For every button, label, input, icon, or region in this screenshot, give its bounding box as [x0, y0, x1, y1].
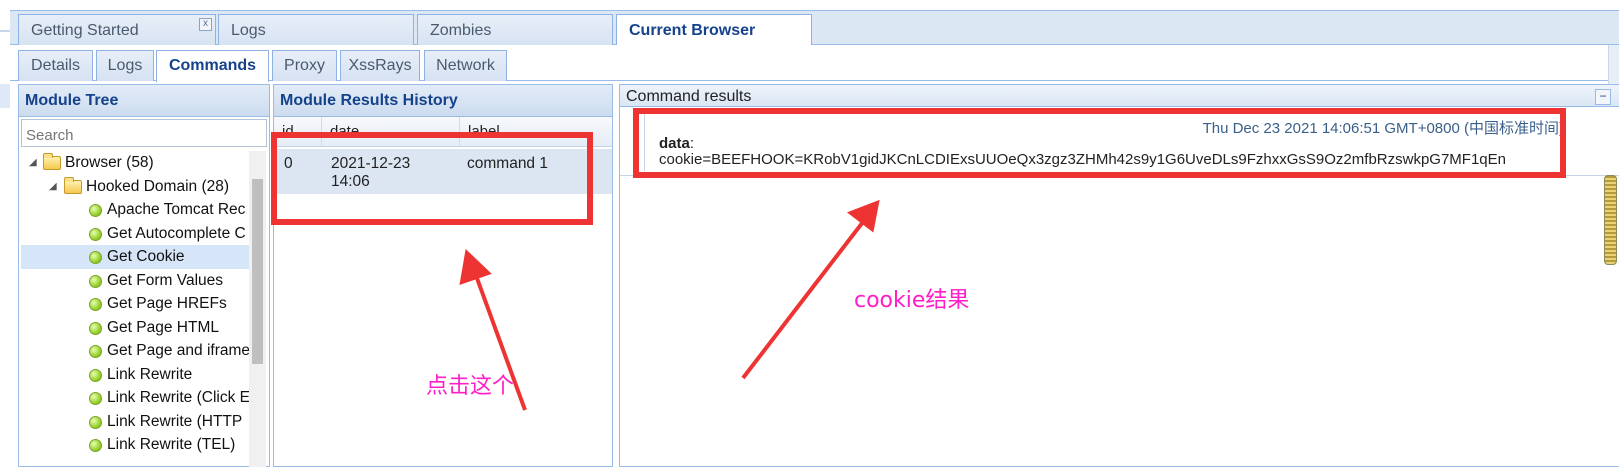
panel-title: Command results — [620, 85, 1619, 107]
outer-scrollbar[interactable] — [1608, 45, 1619, 85]
tree-item[interactable]: Link Rewrite — [21, 363, 249, 387]
tree-label: Apache Tomcat Rec — [107, 201, 246, 218]
search-input[interactable] — [21, 119, 267, 147]
command-result-entry: Thu Dec 23 2021 14:06:51 GMT+0800 (中国标准时… — [644, 111, 1564, 171]
tab-current-browser[interactable]: Current Browser — [616, 14, 812, 47]
folder-icon — [43, 153, 61, 170]
tree-scrollbar[interactable] — [249, 151, 266, 467]
tab-commands[interactable]: Commands — [156, 50, 269, 82]
tree-item[interactable]: Get Form Values — [21, 269, 249, 293]
cell-label: command 1 — [467, 155, 548, 172]
tab-logs[interactable]: Logs — [96, 50, 154, 81]
cell-date: 2021-12-23 14:06 — [331, 155, 410, 191]
grid-header: id date label — [274, 117, 612, 147]
cell-date-time: 14:06 — [331, 173, 370, 190]
module-status-icon — [89, 204, 102, 217]
tab-label: Logs — [231, 22, 266, 39]
tree-label: Get Form Values — [107, 271, 224, 289]
module-status-icon — [89, 298, 102, 311]
collapse-arrow-icon[interactable]: ◢ — [49, 175, 57, 198]
module-status-icon — [89, 415, 102, 429]
results-scrollbar[interactable] — [1604, 175, 1617, 265]
tree-item[interactable]: Get Page HTML — [21, 316, 249, 340]
module-status-icon — [89, 251, 102, 264]
module-status-icon — [89, 274, 102, 288]
tab-label: Proxy — [284, 57, 325, 74]
tab-label: Current Browser — [629, 22, 756, 39]
command-results-panel: Command results − Thu Dec 23 2021 14:06:… — [619, 84, 1619, 467]
tree-item[interactable]: Link Rewrite (HTTP — [21, 410, 249, 434]
collapse-arrow-icon[interactable]: ◢ — [29, 151, 37, 174]
tree-node-hooked-domain[interactable]: ◢ Hooked Domain (28) — [21, 175, 249, 199]
tab-getting-started[interactable]: Getting Started x — [18, 14, 216, 46]
tab-zombies[interactable]: Zombies — [417, 14, 613, 46]
module-tree: ◢ Browser (58) ◢ Hooked Domain (28) Apac… — [21, 151, 249, 467]
close-icon[interactable]: x — [199, 18, 212, 31]
tree-label: Hooked Domain (28) — [86, 177, 230, 195]
tab-label: Logs — [107, 57, 143, 74]
column-header-id[interactable]: id — [274, 117, 322, 147]
tab-label: Network — [436, 57, 495, 74]
collapse-icon[interactable]: − — [1595, 89, 1611, 105]
tree-item[interactable]: Apache Tomcat Rec — [21, 198, 249, 222]
tree-label: Link Rewrite (Click E — [107, 389, 249, 406]
tree-label: Get Page HREFs — [107, 295, 227, 312]
sub-tab-bar: Details Logs Commands Proxy XssRays Netw… — [10, 45, 1619, 82]
tree-item[interactable]: Get Autocomplete C — [21, 222, 249, 246]
tab-label: Zombies — [430, 22, 492, 39]
tree-node-browser[interactable]: ◢ Browser (58) — [21, 151, 249, 175]
tree-label: Get Autocomplete C — [107, 224, 246, 242]
tree-item-selected[interactable]: Get Cookie — [21, 245, 249, 269]
results-history-panel: Module Results History id date label 0 2… — [273, 84, 613, 467]
tree-label: Link Rewrite (HTTP — [107, 412, 243, 430]
result-timestamp: Thu Dec 23 2021 14:06:51 GMT+0800 (中国标准时… — [1202, 120, 1564, 137]
panel-title: Module Results History — [274, 85, 612, 117]
tree-label: Get Page and iframe — [107, 342, 249, 359]
module-status-icon — [89, 392, 102, 405]
tab-logs[interactable]: Logs — [218, 14, 414, 46]
tab-label: XssRays — [348, 57, 412, 74]
tab-label: Details — [31, 57, 80, 74]
annotation-click-here: 点击这个 — [426, 374, 515, 399]
tree-label: Browser (58) — [65, 154, 154, 171]
tab-details[interactable]: Details — [18, 50, 93, 81]
left-edge — [0, 0, 10, 467]
result-key: data: — [659, 135, 694, 152]
result-key-label: data — [659, 135, 690, 152]
tab-network[interactable]: Network — [424, 50, 507, 81]
tab-label: Getting Started — [31, 22, 139, 39]
module-status-icon — [89, 439, 102, 452]
module-status-icon — [89, 321, 102, 335]
tree-item[interactable]: Get Page HREFs — [21, 292, 249, 316]
scrollbar-thumb[interactable] — [252, 179, 263, 364]
tree-item[interactable]: Link Rewrite (TEL) — [21, 433, 249, 457]
tab-proxy[interactable]: Proxy — [272, 50, 337, 81]
module-tree-panel: Module Tree ◢ Browser (58) ◢ Hooked Doma… — [18, 84, 270, 467]
tree-label: Get Page HTML — [107, 318, 219, 336]
tree-item[interactable]: Get Page and iframe — [21, 339, 249, 363]
tab-label: Commands — [168, 57, 257, 74]
module-status-icon — [89, 345, 102, 358]
tab-xssrays[interactable]: XssRays — [340, 50, 420, 81]
column-header-date[interactable]: date — [322, 117, 460, 147]
column-header-label[interactable]: label — [460, 117, 614, 147]
result-value: cookie=BEEFHOOK=KRobV1gidJKCnLCDIExsUUOe… — [659, 151, 1506, 168]
module-status-icon — [89, 227, 102, 241]
tree-label: Link Rewrite — [107, 365, 193, 383]
cell-id: 0 — [284, 155, 293, 172]
table-row[interactable]: 0 2021-12-23 14:06 command 1 — [274, 149, 612, 194]
module-status-icon — [89, 368, 102, 382]
divider — [620, 175, 1619, 176]
panel-title: Module Tree — [19, 85, 269, 117]
tree-label: Link Rewrite (TEL) — [107, 436, 236, 453]
cell-date-day: 2021-12-23 — [331, 155, 411, 172]
main-tab-bar: Getting Started x Logs Zombies Current B… — [10, 10, 1619, 47]
tree-label: Get Cookie — [107, 248, 185, 265]
result-key-colon: : — [689, 135, 695, 152]
folder-icon — [64, 176, 82, 194]
tree-item[interactable]: Link Rewrite (Click E — [21, 386, 249, 410]
annotation-cookie-result: cookie结果 — [854, 288, 970, 313]
